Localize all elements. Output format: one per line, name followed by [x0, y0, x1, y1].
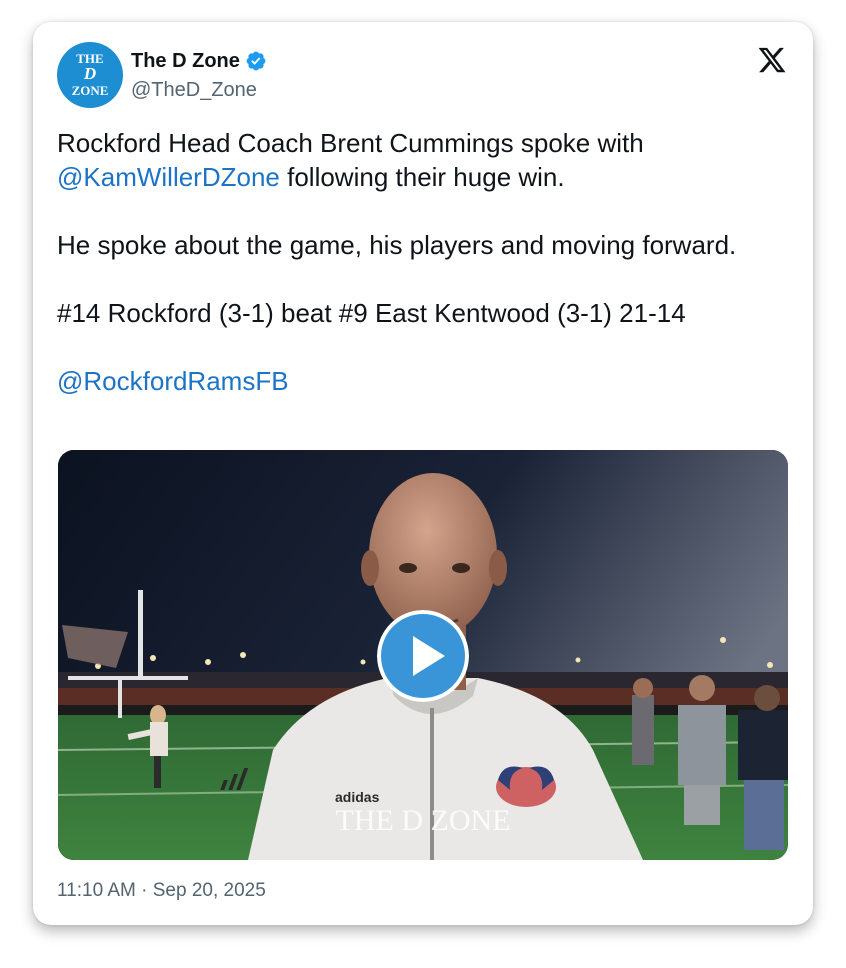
x-logo-icon[interactable] [757, 45, 787, 75]
video-watermark: THE D ZONE [336, 804, 511, 837]
author-handle[interactable]: @TheD_Zone [131, 79, 257, 102]
video-player[interactable]: adidas THE D ZONE [58, 450, 788, 860]
tweet-text-part: Rockford Head Coach Brent Cummings spoke… [57, 128, 644, 158]
play-icon[interactable] [377, 610, 469, 702]
author-name[interactable]: The D Zone [131, 50, 240, 73]
verified-badge-icon [246, 51, 266, 71]
tweet-paragraph-1: Rockford Head Coach Brent Cummings spoke… [57, 126, 777, 194]
tweet-text-part: following their huge win. [279, 162, 565, 192]
avatar-text-line2: D [83, 64, 97, 83]
tweet-paragraph-4: @RockfordRamsFB [57, 364, 777, 398]
avatar-text-line3: ZONE [71, 83, 109, 98]
jacket-brand-text: adidas [335, 789, 380, 805]
tweet-paragraph-2: He spoke about the game, his players and… [57, 230, 737, 260]
mention-link-kamwillerdzone[interactable]: @KamWillerDZone [57, 162, 280, 192]
tweet-timestamp[interactable]: 11:10 AM · Sep 20, 2025 [57, 880, 266, 902]
author-name-row: The D Zone [131, 49, 267, 73]
tweet-card: THE D ZONE The D Zone @TheD_Zone Rockfor… [33, 22, 813, 925]
ram-logo-icon [496, 766, 556, 807]
mention-link-rockfordramsfb[interactable]: @RockfordRamsFB [57, 366, 289, 396]
tweet-text: Rockford Head Coach Brent Cummings spoke… [57, 126, 777, 398]
tweet-paragraph-3: #14 Rockford (3-1) beat #9 East Kentwood… [57, 298, 686, 328]
avatar[interactable]: THE D ZONE [57, 42, 123, 108]
